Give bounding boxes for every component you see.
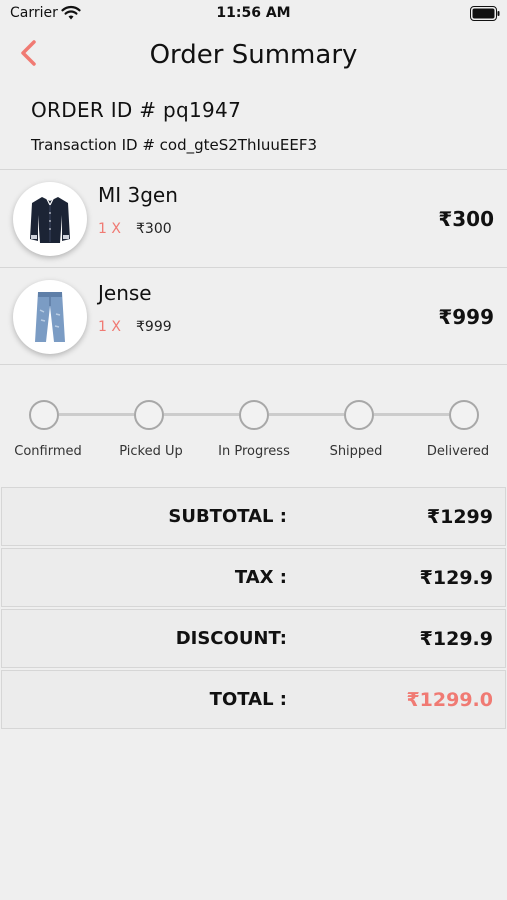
discount-label: DISCOUNT: (175, 628, 287, 649)
transaction-id: Transaction ID # cod_gteS2ThIuuEEF3 (31, 136, 318, 154)
step-dot-confirmed[interactable] (29, 400, 59, 430)
total-row: TOTAL : ₹1299.0 (1, 670, 506, 729)
progress-connector (269, 413, 344, 416)
total-label: TOTAL : (209, 689, 287, 710)
order-progress-tracker: Confirmed Picked Up In Progress Shipped … (0, 395, 507, 470)
item-name: MI 3gen (98, 183, 178, 207)
progress-connector (164, 413, 239, 416)
item-unit-price: ₹300 (136, 221, 172, 237)
item-name: Jense (98, 281, 152, 305)
step-dot-shipped[interactable] (344, 400, 374, 430)
step-label-picked-up: Picked Up (119, 444, 183, 459)
total-value: ₹1299.0 (406, 689, 493, 711)
item-quantity: 1 X (98, 319, 121, 335)
subtotal-row: SUBTOTAL : ₹1299 (1, 487, 506, 546)
list-item[interactable]: MI 3gen 1 X ₹300 ₹300 (0, 170, 507, 268)
divider (0, 364, 507, 365)
discount-value: ₹129.9 (419, 628, 493, 650)
item-total: ₹300 (438, 207, 494, 231)
status-bar: Carrier 11:56 AM (0, 0, 507, 28)
step-label-in-progress: In Progress (218, 444, 290, 459)
shirt-icon (30, 196, 70, 243)
product-thumbnail (13, 182, 87, 256)
tax-label: TAX : (234, 567, 287, 588)
clock: 11:56 AM (216, 5, 291, 21)
item-total: ₹999 (438, 305, 494, 329)
subtotal-value: ₹1299 (426, 506, 493, 528)
step-label-shipped: Shipped (329, 444, 383, 459)
step-dot-picked-up[interactable] (134, 400, 164, 430)
order-id: ORDER ID # pq1947 (31, 98, 242, 122)
step-label-delivered: Delivered (426, 444, 490, 459)
discount-row: DISCOUNT: ₹129.9 (1, 609, 506, 668)
tax-row: TAX : ₹129.9 (1, 548, 506, 607)
progress-connector (59, 413, 134, 416)
product-thumbnail (13, 280, 87, 354)
page-title: Order Summary (149, 40, 358, 70)
progress-connector (374, 413, 449, 416)
tax-value: ₹129.9 (419, 567, 493, 589)
item-unit-price: ₹999 (136, 319, 172, 335)
step-dot-in-progress[interactable] (239, 400, 269, 430)
battery-icon (470, 6, 500, 21)
list-item[interactable]: Jense 1 X ₹999 ₹999 (0, 268, 507, 366)
item-quantity: 1 X (98, 221, 121, 237)
step-dot-delivered[interactable] (449, 400, 479, 430)
jeans-icon (35, 292, 65, 342)
subtotal-label: SUBTOTAL : (168, 506, 287, 527)
step-label-confirmed: Confirmed (14, 444, 82, 459)
